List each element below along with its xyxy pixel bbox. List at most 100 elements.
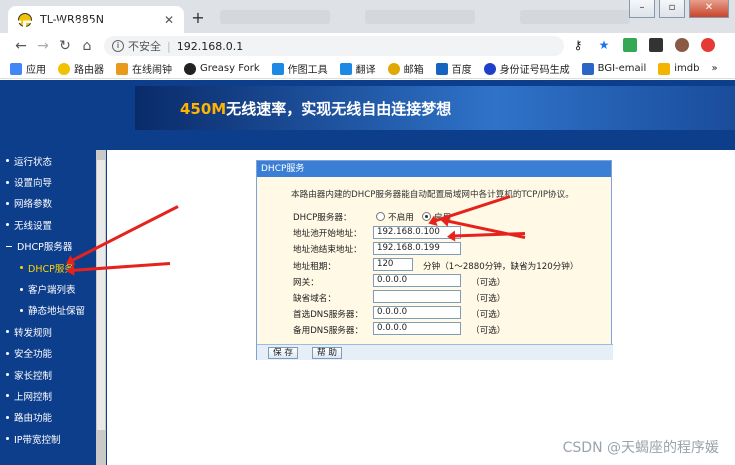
bookmark-item[interactable]: 作图工具 — [271, 61, 328, 76]
collapse-icon — [6, 245, 12, 247]
panel-description: 本路由器内建的DHCP服务器能自动配置局域网中各计算机的TCP/IP协议。 — [291, 190, 574, 200]
lease-label: 地址租期： — [293, 262, 336, 272]
sidebar-item[interactable]: 上网控制 — [6, 385, 85, 406]
bullet-icon — [6, 394, 9, 398]
window-controls: – ▫ ✕ — [629, 0, 729, 18]
bullet-icon — [6, 351, 9, 355]
optional-note: （可选） — [471, 294, 506, 304]
dns1-label: 首选DNS服务器： — [293, 310, 364, 320]
close-window-icon[interactable]: ✕ — [689, 0, 729, 18]
insecure-label: 不安全 — [128, 40, 161, 53]
address-url: 192.168.0.1 — [176, 39, 244, 53]
sidebar-item[interactable]: 设置向导 — [6, 171, 85, 192]
optional-note: （可选） — [471, 326, 506, 336]
dns2-label: 备用DNS服务器： — [293, 326, 364, 336]
sidebar-item-label: 无线设置 — [14, 220, 53, 232]
bullet-icon — [20, 308, 23, 312]
sidebar-item-label: 上网控制 — [14, 391, 53, 403]
bookmark-item[interactable]: 路由器 — [58, 61, 104, 76]
background-tab[interactable] — [365, 10, 475, 24]
tplink-logo: TP-LINK — [8, 16, 95, 41]
lease-input[interactable]: 120 — [373, 258, 413, 271]
sidebar-item[interactable]: 客户端列表 — [6, 278, 85, 299]
sidebar-item[interactable]: 运行状态 — [6, 150, 85, 171]
banner-slogan: 无线速率，实现无线自由连接梦想 — [226, 100, 452, 118]
pool-end-label: 地址池结束地址： — [293, 245, 362, 255]
sidebar-item-label: 网络参数 — [14, 199, 53, 211]
sidebar-item[interactable]: 安全功能 — [6, 343, 85, 364]
bookmark-item[interactable]: 翻译 — [339, 61, 376, 76]
dhcp-panel: DHCP服务 本路由器内建的DHCP服务器能自动配置局域网中各计算机的TCP/I… — [256, 160, 613, 360]
domain-input[interactable] — [373, 290, 461, 303]
bookmark-label: 在线闹钟 — [132, 65, 172, 76]
star-icon[interactable]: ★ — [597, 38, 611, 52]
mail-icon — [387, 62, 400, 75]
banner-text: 450M无线速率，实现无线自由连接梦想 — [180, 98, 451, 119]
bullet-icon — [6, 373, 9, 377]
update-icon[interactable] — [701, 38, 715, 52]
sidebar-scrollbar[interactable] — [96, 150, 106, 465]
outlook-icon — [581, 62, 594, 75]
alarm-icon — [116, 62, 128, 75]
info-icon[interactable]: i — [112, 40, 124, 52]
help-button[interactable]: 帮 助 — [312, 347, 342, 359]
optional-note: （可选） — [471, 310, 506, 320]
sidebar-item-label: 转发规则 — [14, 327, 53, 339]
bookmark-item[interactable]: Greasy Fork — [184, 62, 260, 75]
apps-icon — [10, 62, 22, 75]
scrollbar-thumb[interactable] — [97, 160, 105, 430]
gateway-label: 网关： — [293, 278, 319, 288]
dns1-input[interactable]: 0.0.0.0 — [373, 306, 461, 319]
sidebar-item[interactable]: 转发规则 — [6, 321, 85, 342]
bookmark-label: 应用 — [26, 65, 46, 76]
bookmark-label: 邮箱 — [403, 65, 424, 76]
bookmark-item[interactable]: BGI-email — [581, 62, 646, 75]
bookmark-item[interactable]: imdb — [658, 62, 699, 75]
sidebar-item-label: 设置向导 — [14, 178, 53, 190]
bookmark-label: 百度 — [451, 65, 472, 76]
banner-highlight: 450M — [180, 100, 227, 118]
bookmark-item[interactable]: 身份证号码生成 — [483, 61, 570, 76]
bookmark-item[interactable]: 百度 — [435, 61, 472, 76]
minimize-icon[interactable]: – — [629, 0, 655, 18]
bookmark-label: 路由器 — [74, 65, 104, 76]
address-bar[interactable]: i 不安全 | 192.168.0.1 — [104, 36, 564, 56]
save-button[interactable]: 保 存 — [268, 347, 298, 359]
sidebar-item[interactable]: 网络参数 — [6, 193, 85, 214]
sidebar-item-label: IP带宽控制 — [14, 434, 61, 446]
baidu-icon — [435, 62, 448, 75]
avatar[interactable] — [675, 38, 689, 52]
background-tab[interactable] — [220, 10, 330, 24]
bookmark-label: 翻译 — [355, 65, 376, 76]
key-icon[interactable]: ⚷ — [571, 38, 585, 52]
extension-icon[interactable] — [649, 38, 663, 52]
close-tab-icon[interactable]: ✕ — [164, 13, 174, 27]
new-tab-button[interactable]: + — [190, 10, 206, 26]
sidebar-item-label: 家长控制 — [14, 370, 53, 382]
bookmark-item[interactable]: 邮箱 — [387, 61, 424, 76]
extension-icon[interactable] — [623, 38, 637, 52]
id-generator-icon — [483, 62, 496, 75]
dns2-input[interactable]: 0.0.0.0 — [373, 322, 461, 335]
dhcp-disable-label: 不启用 — [388, 213, 414, 223]
sidebar-item[interactable]: DHCP服务器 — [6, 236, 85, 257]
bullet-icon — [6, 180, 9, 184]
background-tab[interactable] — [520, 10, 630, 24]
sidebar-item[interactable]: 家长控制 — [6, 364, 85, 385]
bookmark-item[interactable]: 应用 — [10, 61, 46, 76]
optional-note: （可选） — [471, 278, 506, 288]
sidebar-menu: 运行状态 设置向导 网络参数 无线设置 DHCP服务器 DHCP服务 客户端列表 静态地址保留… — [6, 150, 85, 449]
router-icon — [58, 62, 70, 75]
maximize-icon[interactable]: ▫ — [659, 0, 685, 18]
sidebar-item[interactable]: 静态地址保留 — [6, 300, 85, 321]
sidebar-item[interactable]: 路由功能 — [6, 407, 85, 428]
bookmark-item[interactable]: 在线闹钟 — [116, 61, 172, 76]
sidebar-item[interactable]: IP带宽控制 — [6, 428, 85, 449]
gateway-input[interactable]: 0.0.0.0 — [373, 274, 461, 287]
imdb-icon — [658, 62, 671, 75]
sidebar-item[interactable]: 无线设置 — [6, 214, 85, 235]
pool-end-input[interactable]: 192.168.0.199 — [373, 242, 461, 255]
watermark: CSDN @天蝎座的程序媛 — [562, 440, 719, 456]
dhcp-disable-radio[interactable] — [376, 212, 385, 221]
more-bookmarks-icon[interactable]: » — [711, 63, 717, 74]
